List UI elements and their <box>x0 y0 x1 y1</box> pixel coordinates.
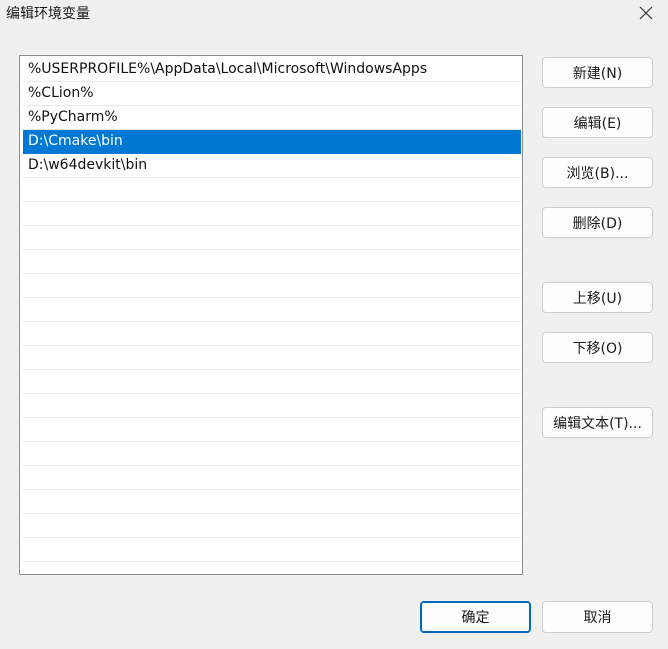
list-item[interactable] <box>23 370 521 394</box>
list-item[interactable] <box>23 490 521 514</box>
cancel-button[interactable]: 取消 <box>542 601 653 633</box>
list-item[interactable] <box>23 346 521 370</box>
list-item[interactable] <box>23 226 521 250</box>
ok-button[interactable]: 确定 <box>420 601 531 633</box>
list-item[interactable]: D:\w64devkit\bin <box>23 154 521 178</box>
browse-button[interactable]: 浏览(B)... <box>542 157 653 188</box>
list-item[interactable] <box>23 202 521 226</box>
list-item[interactable] <box>23 394 521 418</box>
delete-button[interactable]: 删除(D) <box>542 207 653 238</box>
title-bar: 编辑环境变量 <box>0 0 668 28</box>
edit-button[interactable]: 编辑(E) <box>542 107 653 138</box>
list-item[interactable] <box>23 298 521 322</box>
close-button[interactable] <box>632 0 660 26</box>
window-title: 编辑环境变量 <box>6 6 90 22</box>
list-item[interactable] <box>23 418 521 442</box>
list-item[interactable]: %CLion% <box>23 82 521 106</box>
edit-text-button[interactable]: 编辑文本(T)... <box>542 407 653 438</box>
move-down-button[interactable]: 下移(O) <box>542 332 653 363</box>
list-item[interactable]: D:\Cmake\bin <box>23 130 521 154</box>
path-list[interactable]: %USERPROFILE%\AppData\Local\Microsoft\Wi… <box>19 55 523 575</box>
list-item[interactable] <box>23 322 521 346</box>
list-item[interactable] <box>23 466 521 490</box>
close-icon <box>639 6 653 20</box>
list-item[interactable] <box>23 442 521 466</box>
list-item[interactable]: %USERPROFILE%\AppData\Local\Microsoft\Wi… <box>23 58 521 82</box>
list-item[interactable] <box>23 250 521 274</box>
list-item[interactable] <box>23 178 521 202</box>
move-up-button[interactable]: 上移(U) <box>542 282 653 313</box>
list-item[interactable] <box>23 274 521 298</box>
list-item[interactable] <box>23 514 521 538</box>
new-button[interactable]: 新建(N) <box>542 57 653 88</box>
list-item[interactable] <box>23 538 521 562</box>
list-item[interactable]: %PyCharm% <box>23 106 521 130</box>
